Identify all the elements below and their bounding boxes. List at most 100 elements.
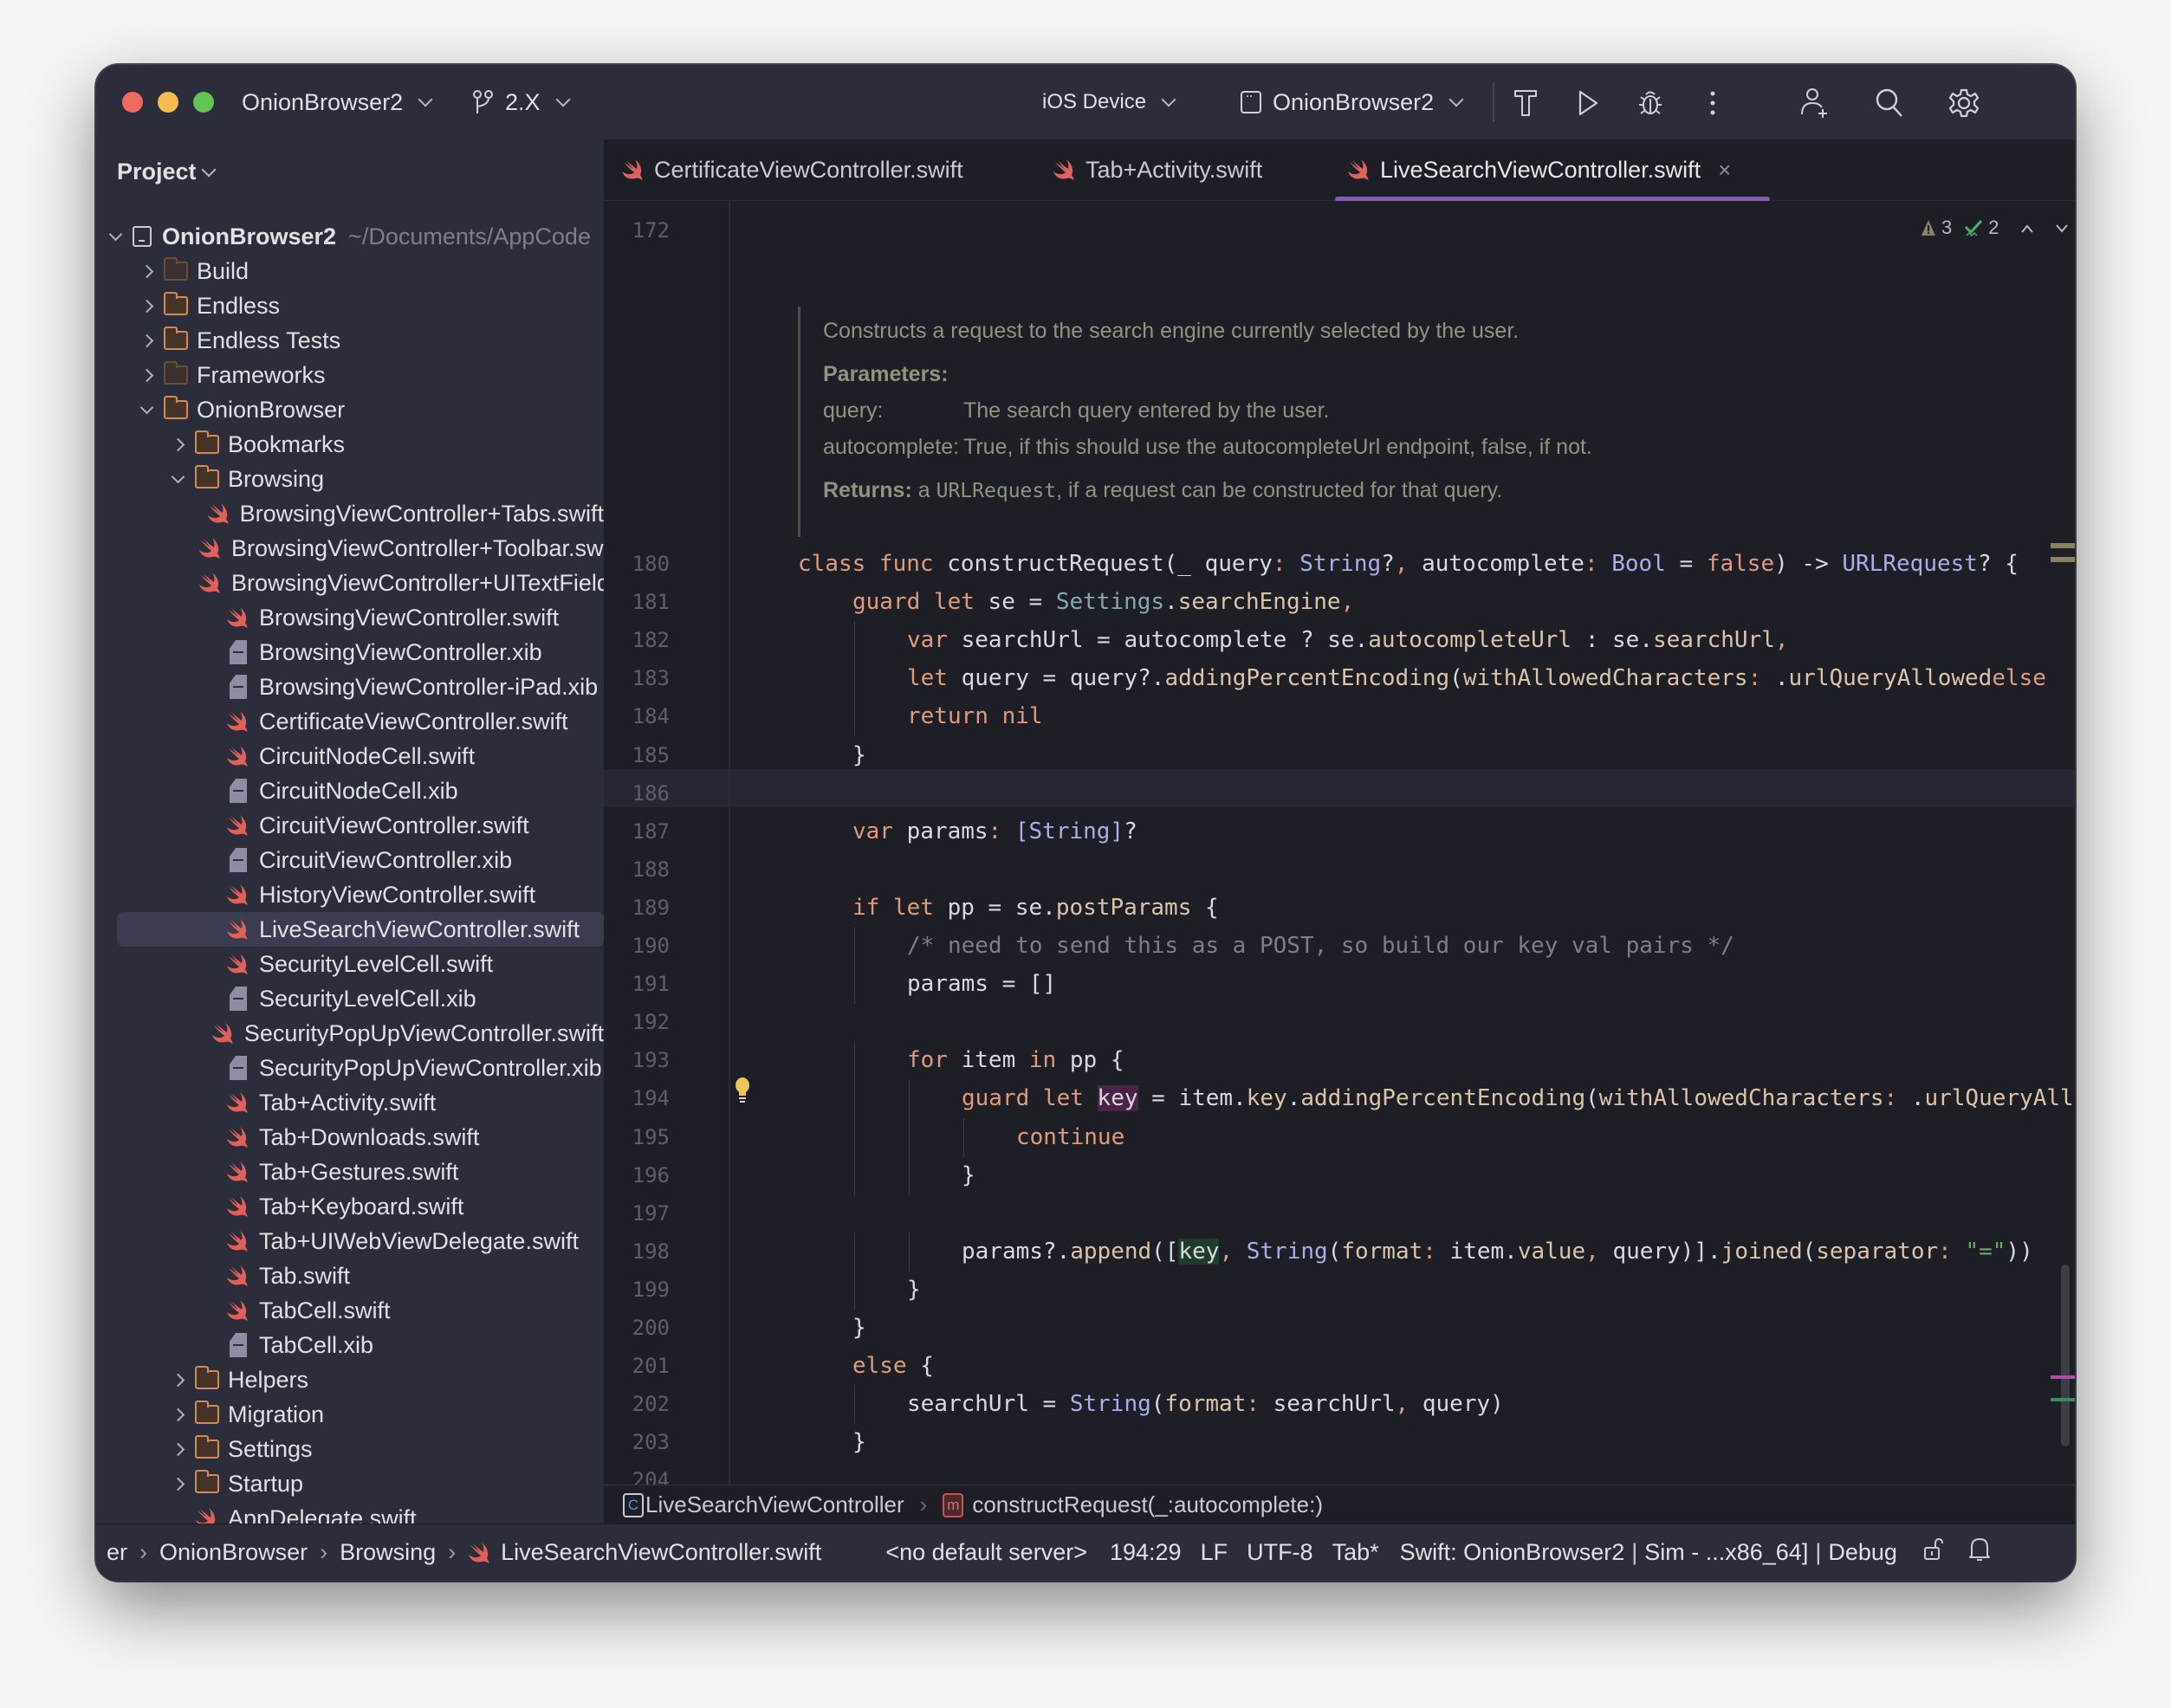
run-button[interactable]: [1571, 86, 1605, 120]
branch-selector[interactable]: 2.X: [472, 65, 571, 139]
tree-file[interactable]: SecurityLevelCell.swift: [96, 947, 604, 981]
notifications-button[interactable]: [1968, 1537, 1991, 1569]
tree-file[interactable]: AppDelegate.swift: [96, 1501, 604, 1524]
code-line[interactable]: else {: [604, 1347, 2075, 1385]
next-highlight-button[interactable]: [2055, 217, 2069, 239]
tree-folder[interactable]: Migration: [96, 1397, 604, 1432]
project-selector[interactable]: OnionBrowser2: [242, 65, 433, 139]
tree-folder[interactable]: Browsing: [96, 462, 604, 496]
tree-file[interactable]: SecurityPopUpViewController.xib: [96, 1051, 604, 1085]
chevron-right-icon[interactable]: [167, 434, 188, 455]
minimize-window-button[interactable]: [158, 92, 178, 113]
tree-file[interactable]: LiveSearchViewController.swift: [117, 912, 604, 947]
build-button[interactable]: [1508, 86, 1543, 120]
line-ending[interactable]: LF: [1201, 1539, 1228, 1566]
tree-file[interactable]: BrowsingViewController+Tabs.swift: [96, 496, 604, 531]
debug-button[interactable]: [1633, 86, 1668, 120]
tree-file[interactable]: CertificateViewController.swift: [96, 704, 604, 739]
code-line[interactable]: return nil: [604, 697, 2075, 735]
chevron-right-icon[interactable]: [167, 1404, 188, 1425]
tree-file[interactable]: CircuitViewController.xib: [96, 843, 604, 877]
code-line[interactable]: let query = query?.addingPercentEncoding…: [604, 659, 2075, 697]
code-line[interactable]: guard let se = Settings.searchEngine,: [604, 583, 2075, 621]
search-button[interactable]: [1872, 86, 1907, 120]
more-actions-button[interactable]: [1695, 86, 1730, 120]
read-only-toggle[interactable]: [1923, 1537, 1944, 1568]
tree-folder[interactable]: Helpers: [96, 1362, 604, 1397]
code-line[interactable]: params?.append([key, String(format: item…: [604, 1232, 2075, 1271]
code-line[interactable]: continue: [604, 1118, 2075, 1156]
breadcrumb-method[interactable]: constructRequest(_:autocomplete:): [972, 1491, 1323, 1518]
code-line[interactable]: }: [604, 1271, 2075, 1309]
code-line[interactable]: /* need to send this as a POST, so build…: [604, 927, 2075, 965]
deployment-server[interactable]: <no default server>: [885, 1539, 1087, 1566]
chevron-down-icon[interactable]: [167, 469, 188, 489]
tree-folder[interactable]: Endless Tests: [96, 323, 604, 358]
chevron-right-icon[interactable]: [167, 1473, 188, 1494]
code-line[interactable]: if let pp = se.postParams {: [604, 889, 2075, 927]
close-tab-icon[interactable]: ×: [1718, 157, 1731, 184]
tree-file[interactable]: BrowsingViewController.xib: [96, 635, 604, 670]
code-line[interactable]: [604, 1194, 2075, 1232]
chevron-right-icon[interactable]: [136, 261, 157, 281]
breadcrumb-class[interactable]: LiveSearchViewController: [645, 1491, 904, 1518]
tree-file[interactable]: BrowsingViewController-iPad.xib: [96, 670, 604, 704]
file-encoding[interactable]: UTF-8: [1247, 1539, 1313, 1566]
tree-file[interactable]: Tab+Activity.swift: [96, 1085, 604, 1120]
build-target[interactable]: Sim - ...x86_64]: [1644, 1539, 1808, 1566]
close-window-button[interactable]: [122, 92, 143, 113]
tree-file[interactable]: SecurityLevelCell.xib: [96, 981, 604, 1016]
code-line[interactable]: searchUrl = String(format: searchUrl, qu…: [604, 1385, 2075, 1423]
tree-folder[interactable]: Bookmarks: [96, 427, 604, 462]
caret-position[interactable]: 194:29: [1110, 1539, 1182, 1566]
code-line[interactable]: [604, 851, 2075, 889]
tree-file[interactable]: HistoryViewController.swift: [96, 877, 604, 912]
language-context[interactable]: Swift: OnionBrowser2: [1400, 1539, 1625, 1566]
vertical-scrollbar[interactable]: [2061, 1265, 2070, 1446]
code-line[interactable]: params = []: [604, 965, 2075, 1003]
intention-bulb-icon[interactable]: [734, 1077, 751, 1106]
add-user-button[interactable]: [1798, 86, 1832, 120]
chevron-right-icon[interactable]: [136, 330, 157, 351]
chevron-right-icon[interactable]: [167, 1439, 188, 1459]
code-line[interactable]: [604, 774, 2075, 812]
tree-file[interactable]: CircuitNodeCell.xib: [96, 773, 604, 808]
tab-live-search-view-controller[interactable]: LiveSearchViewController.swift ×: [1347, 139, 1731, 200]
tree-folder[interactable]: OnionBrowser: [96, 392, 604, 427]
previous-highlight-button[interactable]: [2020, 217, 2034, 239]
tab-tab-activity[interactable]: Tab+Activity.swift: [1053, 139, 1262, 200]
nav-path-segment[interactable]: Browsing: [340, 1539, 436, 1566]
tree-folder[interactable]: Settings: [96, 1432, 604, 1466]
maximize-window-button[interactable]: [193, 92, 214, 113]
chevron-down-icon[interactable]: [136, 399, 157, 420]
tab-certificate-view-controller[interactable]: CertificateViewController.swift: [621, 139, 963, 200]
error-stripe-marker[interactable]: [2051, 1398, 2075, 1401]
code-line[interactable]: class func constructRequest(_ query: Str…: [604, 545, 2075, 583]
scheme-selector[interactable]: OnionBrowser2: [1240, 65, 1464, 139]
tree-file[interactable]: TabCell.xib: [96, 1328, 604, 1362]
tree-file[interactable]: Tab+Keyboard.swift: [96, 1189, 604, 1224]
code-line[interactable]: }: [604, 1423, 2075, 1461]
tree-file[interactable]: Tab.swift: [96, 1258, 604, 1293]
chevron-down-icon[interactable]: [105, 226, 126, 247]
code-line[interactable]: guard let key = item.key.addingPercentEn…: [604, 1079, 2075, 1117]
code-line[interactable]: }: [604, 1156, 2075, 1194]
tree-folder[interactable]: Endless: [96, 288, 604, 323]
tree-file[interactable]: CircuitNodeCell.swift: [96, 739, 604, 773]
nav-path-file[interactable]: LiveSearchViewController.swift: [501, 1539, 821, 1566]
tree-file[interactable]: TabCell.swift: [96, 1293, 604, 1328]
tree-folder[interactable]: Frameworks: [96, 358, 604, 392]
code-line[interactable]: var searchUrl = autocomplete ? se.autoco…: [604, 621, 2075, 659]
nav-path-segment[interactable]: OnionBrowser: [159, 1539, 308, 1566]
code-line[interactable]: for item in pp {: [604, 1041, 2075, 1079]
code-line[interactable]: [604, 1003, 2075, 1041]
code-line[interactable]: [604, 1461, 2075, 1485]
inspection-widget[interactable]: 3 2: [1921, 217, 2069, 239]
chevron-right-icon[interactable]: [167, 1369, 188, 1390]
tree-file[interactable]: Tab+Gestures.swift: [96, 1155, 604, 1189]
tree-file[interactable]: BrowsingViewController+UITextFieldDelega…: [96, 566, 604, 600]
project-view-selector[interactable]: Project: [117, 159, 217, 185]
tree-file[interactable]: BrowsingViewController+Toolbar.swift: [96, 531, 604, 566]
nav-path-segment[interactable]: er: [107, 1539, 127, 1566]
chevron-right-icon[interactable]: [136, 295, 157, 316]
